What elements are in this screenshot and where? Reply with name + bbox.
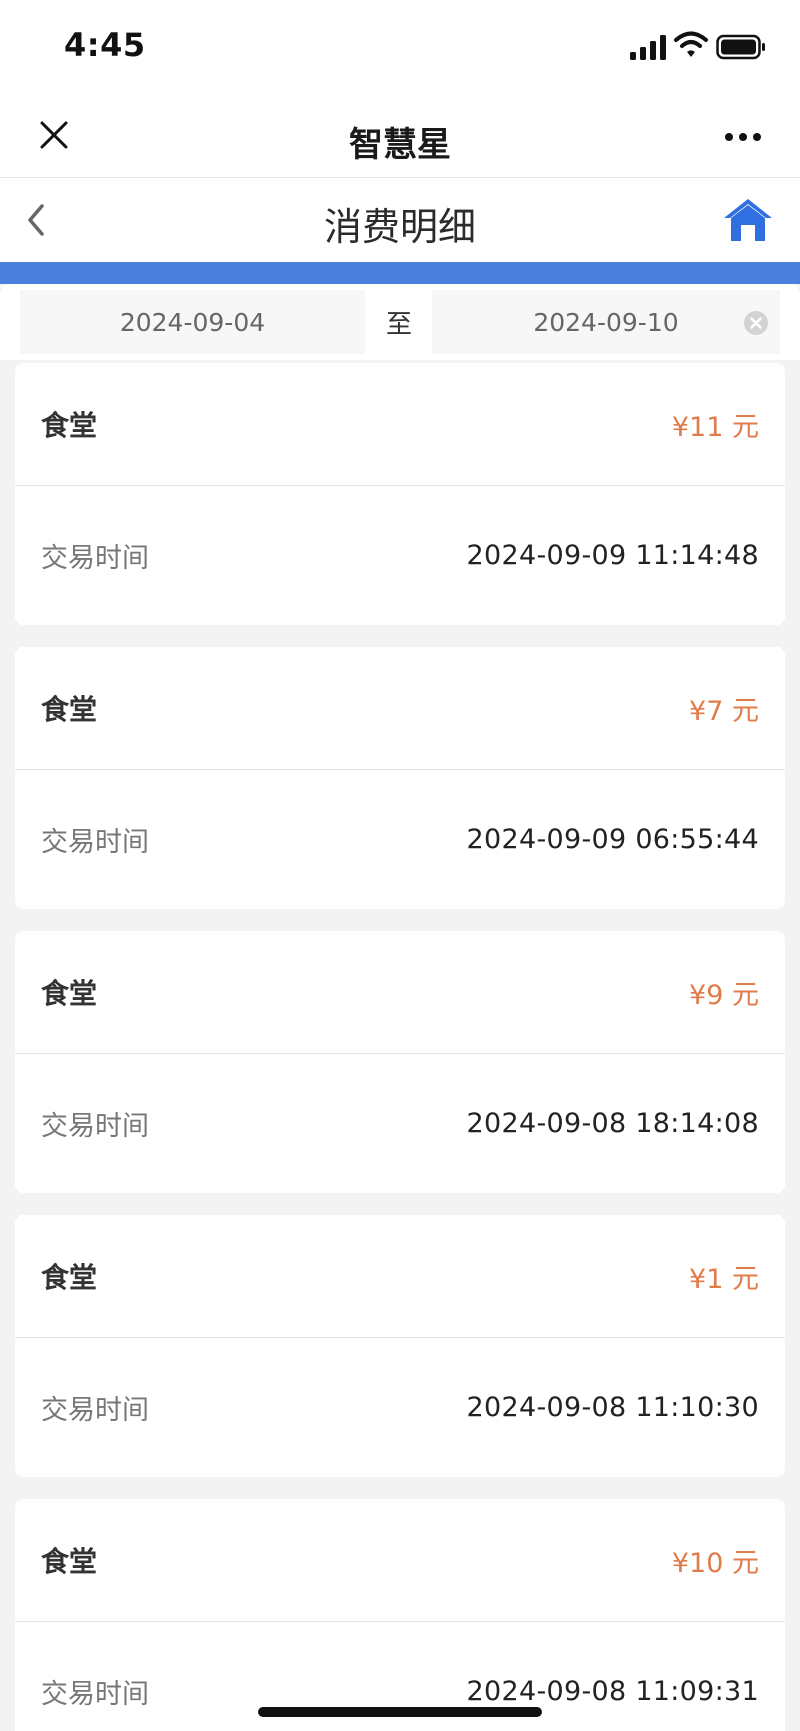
record-card[interactable]: 食堂 ¥10 元 交易时间 2024-09-08 11:09:31 xyxy=(15,1499,785,1731)
record-time-label: 交易时间 xyxy=(41,542,149,574)
record-merchant: 食堂 xyxy=(41,693,98,726)
signal-icon xyxy=(630,35,666,60)
app-bar: 智慧星 xyxy=(0,95,800,178)
clear-icon[interactable] xyxy=(743,310,769,336)
record-time: 2024-09-09 11:14:48 xyxy=(466,539,759,571)
more-button[interactable] xyxy=(720,117,766,157)
record-merchant: 食堂 xyxy=(41,409,98,442)
record-detail: 交易时间 2024-09-09 11:14:48 xyxy=(15,486,785,624)
record-list: 食堂 ¥11 元 交易时间 2024-09-09 11:14:48 食堂 ¥7 … xyxy=(15,363,785,1731)
record-card[interactable]: 食堂 ¥9 元 交易时间 2024-09-08 18:14:08 xyxy=(15,931,785,1193)
page-title: 消费明细 xyxy=(323,205,476,249)
record-merchant: 食堂 xyxy=(41,977,98,1010)
record-amount: ¥10 元 xyxy=(671,1547,759,1579)
record-time: 2024-09-08 18:14:08 xyxy=(466,1107,759,1139)
record-detail: 交易时间 2024-09-09 06:55:44 xyxy=(15,770,785,908)
record-time-label: 交易时间 xyxy=(41,1394,149,1426)
record-amount: ¥7 元 xyxy=(689,695,759,727)
date-filter: 2024-09-04 至 2024-09-10 xyxy=(0,284,800,360)
record-header: 食堂 ¥11 元 xyxy=(15,363,785,486)
record-card[interactable]: 食堂 ¥7 元 交易时间 2024-09-09 06:55:44 xyxy=(15,647,785,909)
record-time: 2024-09-08 11:10:30 xyxy=(466,1391,759,1423)
record-header: 食堂 ¥1 元 xyxy=(15,1215,785,1338)
record-amount: ¥9 元 xyxy=(689,979,759,1011)
record-merchant: 食堂 xyxy=(41,1261,98,1294)
home-icon xyxy=(724,199,772,241)
home-button[interactable] xyxy=(722,196,774,244)
status-time: 4:45 xyxy=(64,26,146,64)
start-date-picker[interactable]: 2024-09-04 xyxy=(20,290,365,354)
record-card[interactable]: 食堂 ¥1 元 交易时间 2024-09-08 11:10:30 xyxy=(15,1215,785,1477)
battery-icon xyxy=(716,34,765,60)
home-indicator[interactable] xyxy=(258,1707,542,1717)
record-amount: ¥11 元 xyxy=(671,411,759,443)
record-header: 食堂 ¥10 元 xyxy=(15,1499,785,1622)
record-time-label: 交易时间 xyxy=(41,1678,149,1710)
more-icon xyxy=(725,133,761,141)
wifi-icon xyxy=(674,31,708,57)
record-header: 食堂 ¥7 元 xyxy=(15,647,785,770)
status-bar: 4:45 xyxy=(0,0,800,95)
record-amount: ¥1 元 xyxy=(689,1263,759,1295)
record-time-label: 交易时间 xyxy=(41,1110,149,1142)
screen: 4:45 智慧星 消费明细 2024-09-04 至 2024-09-10 食堂… xyxy=(0,0,800,1731)
record-detail: 交易时间 2024-09-08 18:14:08 xyxy=(15,1054,785,1192)
record-time-label: 交易时间 xyxy=(41,826,149,858)
record-merchant: 食堂 xyxy=(41,1545,98,1578)
record-detail: 交易时间 2024-09-08 11:10:30 xyxy=(15,1338,785,1476)
record-card[interactable]: 食堂 ¥11 元 交易时间 2024-09-09 11:14:48 xyxy=(15,363,785,625)
end-date-picker[interactable]: 2024-09-10 xyxy=(432,290,780,354)
record-time: 2024-09-08 11:09:31 xyxy=(466,1675,759,1707)
page-header: 消费明细 xyxy=(0,178,800,262)
header-accent-band xyxy=(0,262,800,284)
record-header: 食堂 ¥9 元 xyxy=(15,931,785,1054)
app-title: 智慧星 xyxy=(349,125,451,165)
date-separator: 至 xyxy=(385,309,412,340)
record-time: 2024-09-09 06:55:44 xyxy=(466,823,759,855)
